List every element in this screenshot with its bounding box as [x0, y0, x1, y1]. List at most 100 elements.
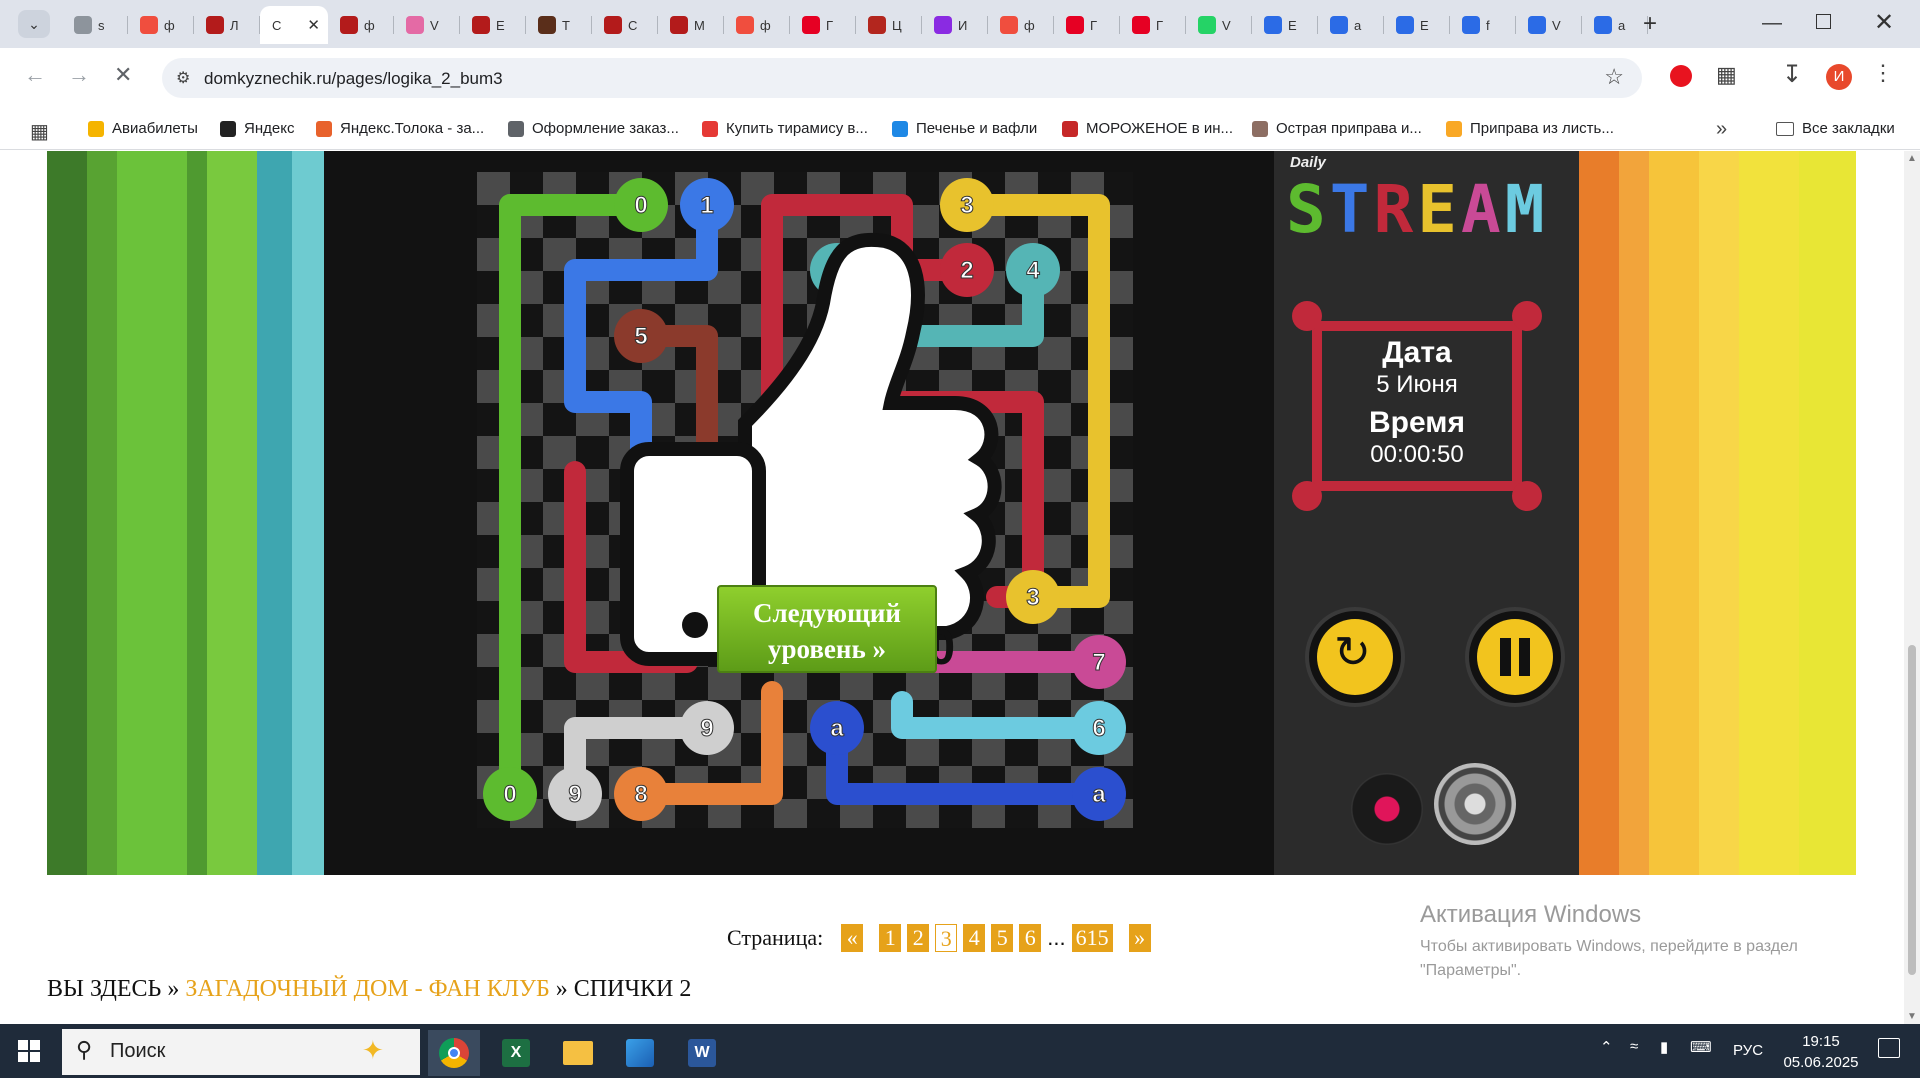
bookmark-item[interactable]: Авиабилеты — [88, 120, 198, 137]
speaker-icon[interactable] — [1434, 763, 1516, 845]
tab-close-icon[interactable]: ✕ — [307, 16, 320, 34]
logo-letter: R — [1373, 171, 1418, 248]
bookmark-item[interactable]: МОРОЖЕНОЕ в ин... — [1062, 120, 1233, 137]
page-scrollbar[interactable]: ▲ ▼ — [1904, 151, 1920, 1024]
tab-favicon-icon — [1198, 16, 1216, 34]
tab-search-button[interactable]: ⌄ — [18, 10, 50, 38]
tab-title: Г — [1090, 17, 1098, 33]
bookmark-favicon-icon — [1252, 120, 1268, 137]
bookmark-item[interactable]: Оформление заказ... — [508, 120, 679, 137]
activation-title: Активация Windows — [1420, 901, 1642, 928]
scroll-down-arrow[interactable]: ▼ — [1907, 1011, 1917, 1022]
browser-tab[interactable]: E — [1384, 6, 1450, 44]
notifications-icon[interactable] — [1878, 1038, 1900, 1058]
taskbar-search[interactable]: ⚲ Поиск ✦ — [62, 1029, 420, 1075]
browser-tab[interactable]: Ц — [856, 6, 922, 44]
browser-tab[interactable]: ф — [988, 6, 1054, 44]
bookmark-star-icon[interactable]: ☆ — [1604, 64, 1624, 90]
browser-tab[interactable]: Г — [1054, 6, 1120, 44]
excel-taskbar-app[interactable]: X — [490, 1030, 542, 1076]
browser-tab[interactable]: Л — [194, 6, 260, 44]
bookmark-item[interactable]: Острая приправа и... — [1252, 120, 1422, 137]
maximize-button[interactable] — [1816, 14, 1831, 29]
time-title: Время — [1369, 406, 1465, 439]
browser-tab[interactable]: а — [1582, 6, 1648, 44]
new-tab-button[interactable]: + — [1643, 10, 1657, 38]
start-button[interactable] — [18, 1040, 40, 1062]
browser-tab[interactable]: Г — [1120, 6, 1186, 44]
bookmark-label: Печенье и вафли — [916, 120, 1038, 137]
pager-last[interactable]: 615 — [1071, 924, 1113, 952]
all-bookmarks-folder[interactable]: Все закладки — [1776, 120, 1895, 137]
more-bookmarks-icon[interactable]: » — [1716, 118, 1727, 141]
browser-tab[interactable]: s — [62, 6, 128, 44]
url-text[interactable]: domkyznechik.ru/pages/logika_2_bum3 — [204, 69, 503, 89]
browser-tab[interactable]: V — [1186, 6, 1252, 44]
pager-page[interactable]: 5 — [991, 924, 1014, 952]
tab-favicon-icon — [538, 16, 556, 34]
pause-button[interactable] — [1469, 611, 1561, 703]
record-icon[interactable] — [1351, 773, 1423, 845]
restart-button[interactable]: ↻ — [1309, 611, 1401, 703]
bookmark-item[interactable]: Яндекс — [220, 120, 294, 137]
browser-tab[interactable]: Т — [526, 6, 592, 44]
battery-icon[interactable]: ▮ — [1660, 1038, 1668, 1056]
language-indicator[interactable]: РУС — [1733, 1042, 1763, 1059]
browser-tab[interactable]: E — [460, 6, 526, 44]
browser-tab[interactable]: ф — [328, 6, 394, 44]
site-info-icon[interactable]: ⚙ — [176, 68, 190, 88]
scroll-up-arrow[interactable]: ▲ — [1907, 153, 1917, 164]
apps-grid-icon[interactable]: ▦ — [30, 119, 49, 144]
bookmark-item[interactable]: Печенье и вафли — [892, 120, 1037, 137]
windows-activation-watermark: Активация Windows Чтобы активировать Win… — [1420, 901, 1870, 983]
cuff-button — [682, 612, 708, 638]
menu-icon[interactable]: ⋮ — [1872, 60, 1894, 86]
pager-page[interactable]: 4 — [963, 924, 986, 952]
back-icon[interactable]: ← — [24, 62, 46, 88]
address-bar[interactable]: ⚙ domkyznechik.ru/pages/logika_2_bum3 ☆ — [162, 58, 1642, 98]
adblock-extension-icon[interactable] — [1670, 65, 1692, 87]
tab-favicon-icon — [74, 16, 92, 34]
browser-tab[interactable]: С ✕ — [260, 6, 328, 44]
profile-avatar[interactable]: И — [1826, 64, 1852, 90]
browser-tab[interactable]: а — [1318, 6, 1384, 44]
forward-icon[interactable]: → — [68, 62, 90, 88]
bookmark-item[interactable]: Купить тирамису в... — [702, 120, 868, 137]
keyboard-icon[interactable]: ⌨ — [1690, 1038, 1712, 1056]
browser-tab[interactable]: V — [1516, 6, 1582, 44]
next-level-button[interactable]: Следующий уровень » — [717, 585, 937, 673]
browser-tab[interactable]: И — [922, 6, 988, 44]
minimize-button[interactable]: — — [1762, 12, 1782, 35]
scrollbar-thumb[interactable] — [1908, 645, 1916, 975]
chrome-taskbar-app[interactable] — [428, 1030, 480, 1076]
browser-tab[interactable]: С — [592, 6, 658, 44]
pager-page[interactable]: 6 — [1019, 924, 1042, 952]
photos-taskbar-app[interactable] — [614, 1030, 666, 1076]
browser-tab[interactable]: Г — [790, 6, 856, 44]
browser-tab[interactable]: E — [1252, 6, 1318, 44]
extensions-icon[interactable]: ▦ — [1716, 62, 1737, 88]
word-taskbar-app[interactable]: W — [676, 1030, 728, 1076]
browser-tab[interactable]: V — [394, 6, 460, 44]
bookmark-item[interactable]: Яндекс.Толока - за... — [316, 120, 484, 137]
network-icon[interactable]: ≈ — [1630, 1038, 1638, 1055]
pager-page[interactable]: 1 — [879, 924, 902, 952]
tray-overflow-icon[interactable]: ⌃ — [1600, 1038, 1613, 1056]
browser-tab[interactable]: ф — [724, 6, 790, 44]
downloads-icon[interactable]: ↧ — [1782, 60, 1802, 89]
pager-page[interactable]: 2 — [907, 924, 930, 952]
tab-favicon-icon — [1462, 16, 1480, 34]
pager-page[interactable]: 3 — [935, 924, 958, 952]
browser-tab[interactable]: M — [658, 6, 724, 44]
browser-tab[interactable]: f — [1450, 6, 1516, 44]
pager-prev[interactable]: « — [841, 924, 864, 952]
bookmark-item[interactable]: Приправа из листь... — [1446, 120, 1614, 137]
pager-next[interactable]: » — [1128, 924, 1151, 952]
breadcrumb-link[interactable]: ЗАГАДОЧНЫЙ ДОМ - ФАН КЛУБ — [185, 976, 549, 1002]
browser-tab[interactable]: ф — [128, 6, 194, 44]
explorer-taskbar-app[interactable] — [552, 1030, 604, 1076]
close-window-button[interactable]: ✕ — [1874, 8, 1894, 37]
clock[interactable]: 19:15 05.06.2025 — [1778, 1031, 1864, 1073]
date-value: 5 Июня — [1376, 371, 1458, 398]
stop-loading-icon[interactable]: ✕ — [114, 62, 132, 88]
